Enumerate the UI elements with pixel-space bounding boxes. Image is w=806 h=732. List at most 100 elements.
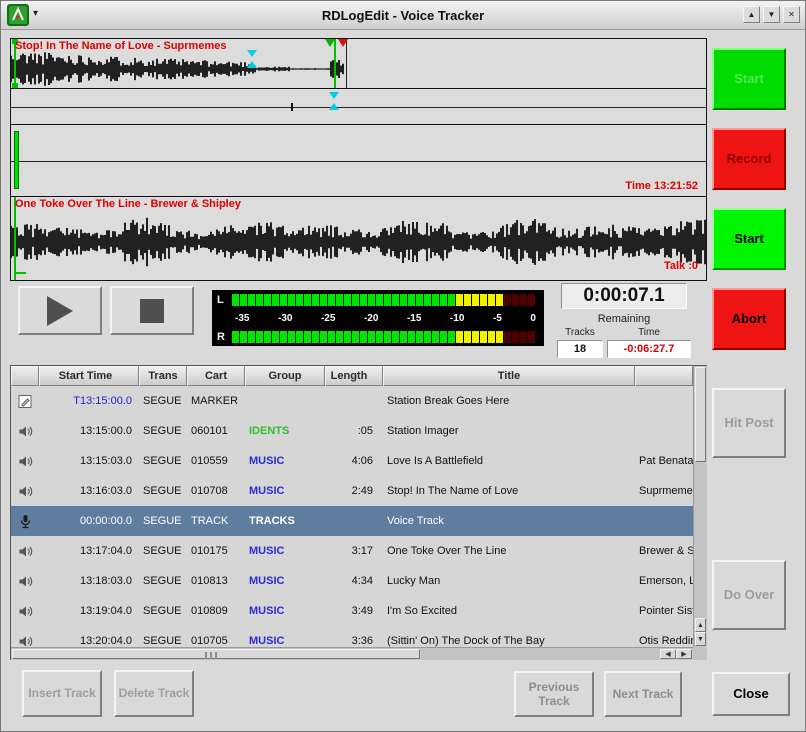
zero-line <box>11 107 706 108</box>
talk-label: Talk :0 <box>664 260 698 272</box>
cell-cart: MARKER <box>187 386 245 416</box>
meter-left-bar <box>232 294 539 306</box>
header-icon-col[interactable] <box>11 366 39 386</box>
cell-start-time: 13:15:03.0 <box>39 446 139 476</box>
vertical-scrollbar-thumb[interactable] <box>695 367 706 462</box>
header-group[interactable]: Group <box>245 366 325 386</box>
delete-track-button[interactable]: Delete Track <box>114 670 194 717</box>
cell-start-time: 13:17:04.0 <box>39 536 139 566</box>
row-type-icon <box>11 514 39 529</box>
window-minimize-button[interactable]: ▼ <box>763 6 780 23</box>
speaker-icon <box>18 604 33 619</box>
marker-handle-bottom[interactable] <box>12 83 18 88</box>
speaker-icon <box>18 424 33 439</box>
vertical-scrollbar-track <box>695 462 706 618</box>
speaker-icon <box>18 544 33 559</box>
scroll-up-button[interactable]: ▲ <box>695 618 706 632</box>
hit-post-button[interactable]: Hit Post <box>712 388 786 458</box>
meter-scale-label: -10 <box>450 313 464 324</box>
cell-group: MUSIC <box>245 446 325 476</box>
start-button-track1[interactable]: Start <box>712 48 786 110</box>
log-table-row[interactable]: 13:16:03.0 SEGUE 010708 MUSIC 2:49 Stop!… <box>11 476 693 506</box>
log-table-row[interactable]: 13:15:03.0 SEGUE 010559 MUSIC 4:06 Love … <box>11 446 693 476</box>
cell-start-time: 13:18:03.0 <box>39 566 139 596</box>
cell-start-time: 13:16:03.0 <box>39 476 139 506</box>
close-button[interactable]: Close <box>712 672 790 716</box>
cell-group: MUSIC <box>245 566 325 596</box>
meter-scale-label: 0 <box>530 313 536 324</box>
header-start-time[interactable]: Start Time <box>39 366 139 386</box>
scroll-right-button[interactable]: ▶ <box>676 649 692 659</box>
cell-title: Stop! In The Name of Love <box>383 476 635 506</box>
cell-cart: 010175 <box>187 536 245 566</box>
cell-length: 4:34 <box>325 566 383 596</box>
cell-start-time: 00:00:00.0 <box>39 506 139 536</box>
track1-title: Stop! In The Name of Love - Suprmemes <box>15 40 226 52</box>
header-title[interactable]: Title <box>383 366 635 386</box>
vertical-scrollbar[interactable]: ▲ ▼ <box>693 366 707 647</box>
header-trans[interactable]: Trans <box>139 366 187 386</box>
log-table-row[interactable]: 00:00:00.0 SEGUE TRACK TRACKS Voice Trac… <box>11 506 693 536</box>
header-artist-col[interactable] <box>635 366 693 386</box>
cell-cart: TRACK <box>187 506 245 536</box>
segue-start-marker-icon[interactable] <box>325 39 335 47</box>
cell-trans: SEGUE <box>139 446 187 476</box>
log-table: Start Time Trans Cart Group Length Title… <box>10 365 707 660</box>
row-type-icon <box>11 394 39 409</box>
cell-title: Station Imager <box>383 416 635 446</box>
tracks-remaining-value: 18 <box>557 340 603 358</box>
log-table-row[interactable]: 13:17:04.0 SEGUE 010175 MUSIC 3:17 One T… <box>11 536 693 566</box>
microphone-icon <box>18 514 33 529</box>
cell-artist: Emerson, L <box>635 566 693 596</box>
scrollbar-grip-icon <box>205 652 219 659</box>
end-marker-icon[interactable] <box>338 39 348 47</box>
log-table-row[interactable]: 13:19:04.0 SEGUE 010809 MUSIC 3:49 I'm S… <box>11 596 693 626</box>
cell-trans: SEGUE <box>139 566 187 596</box>
log-table-row[interactable]: T13:15:00.0 SEGUE MARKER Station Break G… <box>11 386 693 416</box>
log-table-row[interactable]: 13:15:00.0 SEGUE 060101 IDENTS :05 Stati… <box>11 416 693 446</box>
fade-marker-icon[interactable] <box>247 50 257 57</box>
cell-trans: SEGUE <box>139 416 187 446</box>
previous-track-button[interactable]: Previous Track <box>514 671 594 717</box>
do-over-button[interactable]: Do Over <box>712 560 786 630</box>
abort-button[interactable]: Abort <box>712 288 786 350</box>
play-icon <box>47 296 73 326</box>
fade-marker-icon[interactable] <box>329 92 339 99</box>
horizontal-scrollbar-thumb[interactable] <box>12 649 420 659</box>
stop-button[interactable] <box>110 286 194 335</box>
header-cart[interactable]: Cart <box>187 366 245 386</box>
cell-trans: SEGUE <box>139 476 187 506</box>
record-button[interactable]: Record <box>712 128 786 190</box>
fade-marker-icon[interactable] <box>329 103 339 110</box>
row-type-icon <box>11 424 39 439</box>
cell-group: MUSIC <box>245 476 325 506</box>
cell-artist: Suprmemes <box>635 476 693 506</box>
window-shade-button[interactable]: ▲ <box>743 6 760 23</box>
scroll-down-button[interactable]: ▼ <box>695 632 706 646</box>
log-table-row[interactable]: 13:18:03.0 SEGUE 010813 MUSIC 4:34 Lucky… <box>11 566 693 596</box>
cell-cart: 010559 <box>187 446 245 476</box>
meter-right-label: R <box>217 331 232 343</box>
cell-group: MUSIC <box>245 626 325 647</box>
time-remaining-value: -0:06:27.7 <box>607 340 691 358</box>
insert-track-button[interactable]: Insert Track <box>22 670 102 717</box>
fade-marker-icon[interactable] <box>247 61 257 68</box>
cell-group: IDENTS <box>245 416 325 446</box>
header-length[interactable]: Length <box>325 366 383 386</box>
scroll-left-button[interactable]: ◀ <box>660 649 676 659</box>
cell-cart: 010813 <box>187 566 245 596</box>
cell-group: TRACKS <box>245 506 325 536</box>
cell-cart: 060101 <box>187 416 245 446</box>
talk-marker-bracket[interactable] <box>14 264 26 274</box>
waveform-pane-track2[interactable]: One Toke Over The Line - Brewer & Shiple… <box>11 197 706 280</box>
next-track-button[interactable]: Next Track <box>604 671 682 717</box>
meter-scale-label: -35 <box>235 313 249 324</box>
window-close-button[interactable]: ✕ <box>783 6 800 23</box>
play-button[interactable] <box>18 286 102 335</box>
cell-title: Love Is A Battlefield <box>383 446 635 476</box>
horizontal-scrollbar[interactable]: ◀ ▶ <box>11 647 693 660</box>
log-table-row[interactable]: 13:20:04.0 SEGUE 010705 MUSIC 3:36 (Sitt… <box>11 626 693 647</box>
waveform-pane-voicetrack[interactable]: Time 13:21:52 <box>11 125 706 197</box>
start-button-track2[interactable]: Start <box>712 208 786 270</box>
waveform-pane-track1[interactable]: Stop! In The Name of Love - Suprmemes <box>11 39 706 125</box>
